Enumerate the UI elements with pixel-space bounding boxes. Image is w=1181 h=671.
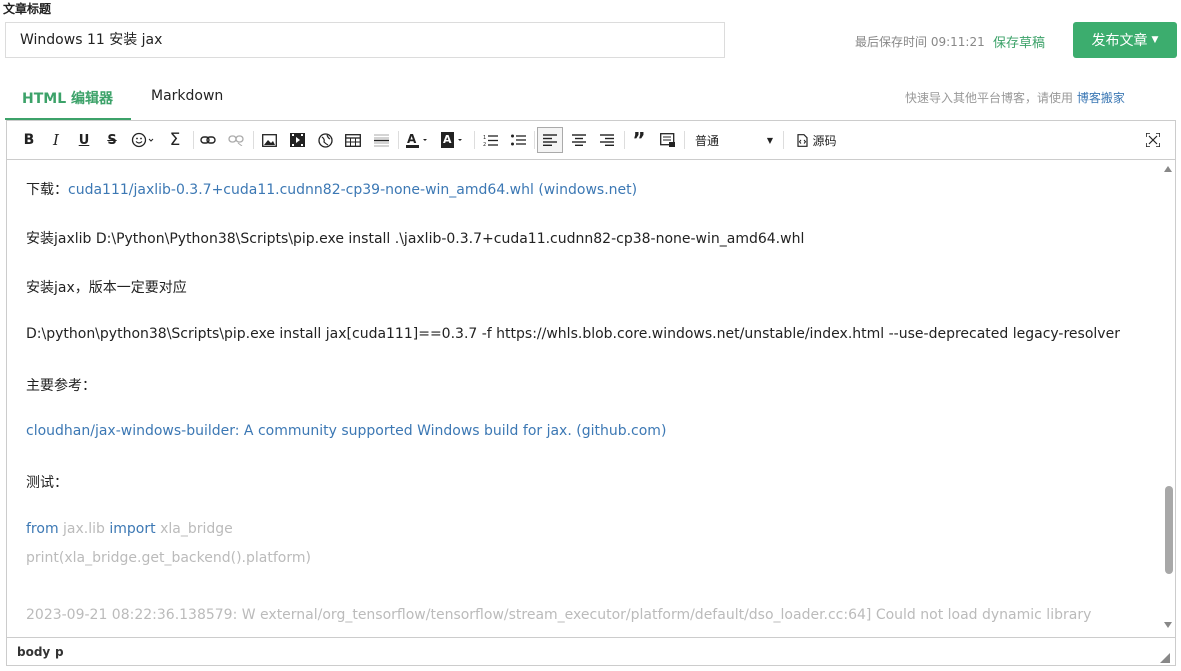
paragraph-pip-command: D:\python\python38\Scripts\pip.exe insta… xyxy=(26,326,1120,342)
toolbar-divider xyxy=(534,131,535,149)
table-icon[interactable] xyxy=(342,127,364,153)
toolbar-divider xyxy=(624,131,625,149)
globe-icon[interactable] xyxy=(314,127,336,153)
ordered-list-icon[interactable]: 12 xyxy=(479,127,501,153)
download-label: 下载： xyxy=(26,182,68,198)
background-color-icon[interactable]: A xyxy=(438,127,468,153)
paragraph-references: 主要参考： xyxy=(26,378,96,394)
paragraph-install-jaxlib: 安装jaxlib D:\Python\Python38\Scripts\pip.… xyxy=(26,231,805,247)
source-icon xyxy=(797,133,809,147)
fullscreen-icon[interactable] xyxy=(1142,127,1164,153)
reference-link[interactable]: cloudhan/jax-windows-builder: A communit… xyxy=(26,423,666,439)
editor-toolbar: B I U S Σ A A 12 ” 普通 ▼ 源码 xyxy=(7,121,1175,160)
source-code-button[interactable]: 源码 xyxy=(789,127,845,153)
underline-icon[interactable]: U xyxy=(74,127,94,153)
save-draft-button[interactable]: 保存草稿 xyxy=(993,32,1045,51)
horizontal-rule-icon[interactable] xyxy=(370,127,392,153)
code-line: from jax.lib import xla_bridge xyxy=(26,521,233,537)
tab-html-editor[interactable]: HTML 编辑器 xyxy=(22,88,113,108)
code-keyword: from xyxy=(26,521,59,537)
toolbar-divider xyxy=(783,131,784,149)
svg-text:2: 2 xyxy=(483,142,486,147)
link-icon[interactable] xyxy=(197,127,219,153)
code-line: print(xla_bridge.get_backend().platform) xyxy=(26,550,311,566)
import-hint: 快速导入其他平台博客，请使用 博客搬家 xyxy=(905,89,1125,106)
import-hint-text: 快速导入其他平台博客，请使用 xyxy=(905,91,1074,105)
bold-icon[interactable]: B xyxy=(19,127,39,153)
toolbar-divider xyxy=(474,131,475,149)
editor-content[interactable]: 下载：cuda111/jaxlib-0.3.7+cuda11.cudnn82-c… xyxy=(7,160,1162,636)
tab-markdown[interactable]: Markdown xyxy=(151,88,223,104)
code-block-icon[interactable] xyxy=(656,127,678,153)
align-left-icon[interactable] xyxy=(537,127,563,153)
chevron-down-icon: ▼ xyxy=(766,135,773,145)
paragraph-install-jax: 安装jax，版本一定要对应 xyxy=(26,280,187,296)
unordered-list-icon[interactable] xyxy=(507,127,529,153)
article-title-input[interactable]: Windows 11 安装 jax xyxy=(5,22,725,58)
video-icon[interactable] xyxy=(286,127,308,153)
scroll-up-icon[interactable] xyxy=(1164,166,1172,172)
chevron-down-icon: ▼ xyxy=(1151,35,1159,45)
blog-move-link[interactable]: 博客搬家 xyxy=(1077,91,1125,105)
svg-text:1: 1 xyxy=(483,135,486,141)
format-select[interactable]: 普通 ▼ xyxy=(691,127,777,153)
image-icon[interactable] xyxy=(258,127,280,153)
download-link[interactable]: cuda111/jaxlib-0.3.7+cuda11.cudnn82-cp39… xyxy=(68,182,637,198)
font-color-icon[interactable]: A xyxy=(403,127,433,153)
log-line: 2023-09-21 08:22:36.138579: W external/o… xyxy=(26,607,1092,623)
element-path-body[interactable]: body xyxy=(17,645,50,659)
italic-icon[interactable]: I xyxy=(46,127,66,153)
svg-text:A: A xyxy=(407,132,417,146)
toolbar-divider xyxy=(253,131,254,149)
strikethrough-icon[interactable]: S xyxy=(102,127,122,153)
svg-text:A: A xyxy=(443,133,452,146)
toolbar-divider xyxy=(684,131,685,149)
article-title-label: 文章标题 xyxy=(3,2,52,16)
paragraph-download: 下载：cuda111/jaxlib-0.3.7+cuda11.cudnn82-c… xyxy=(26,179,637,199)
align-center-icon[interactable] xyxy=(568,127,590,153)
formula-icon[interactable]: Σ xyxy=(164,127,186,153)
scroll-down-icon[interactable] xyxy=(1164,622,1172,628)
code-keyword: import xyxy=(109,521,156,537)
editor-statusbar: body p xyxy=(7,637,1175,666)
resize-handle-icon[interactable] xyxy=(1160,648,1170,667)
toolbar-divider xyxy=(398,131,399,149)
last-saved-time: 最后保存时间 09:11:21 xyxy=(855,35,985,49)
emoji-icon[interactable] xyxy=(129,127,157,153)
unlink-icon[interactable] xyxy=(225,127,247,153)
source-label: 源码 xyxy=(812,133,837,148)
code-module: jax.lib xyxy=(63,521,105,537)
align-right-icon[interactable] xyxy=(596,127,618,153)
element-path-p[interactable]: p xyxy=(55,645,64,659)
format-select-value: 普通 xyxy=(695,133,720,148)
publish-button[interactable]: 发布文章 ▼ xyxy=(1073,22,1177,58)
toolbar-divider xyxy=(193,131,194,149)
quote-icon[interactable]: ” xyxy=(628,127,650,153)
scrollbar-thumb[interactable] xyxy=(1165,486,1173,574)
paragraph-test: 测试： xyxy=(26,475,68,491)
publish-label: 发布文章 xyxy=(1091,33,1148,49)
code-name: xla_bridge xyxy=(160,521,233,537)
